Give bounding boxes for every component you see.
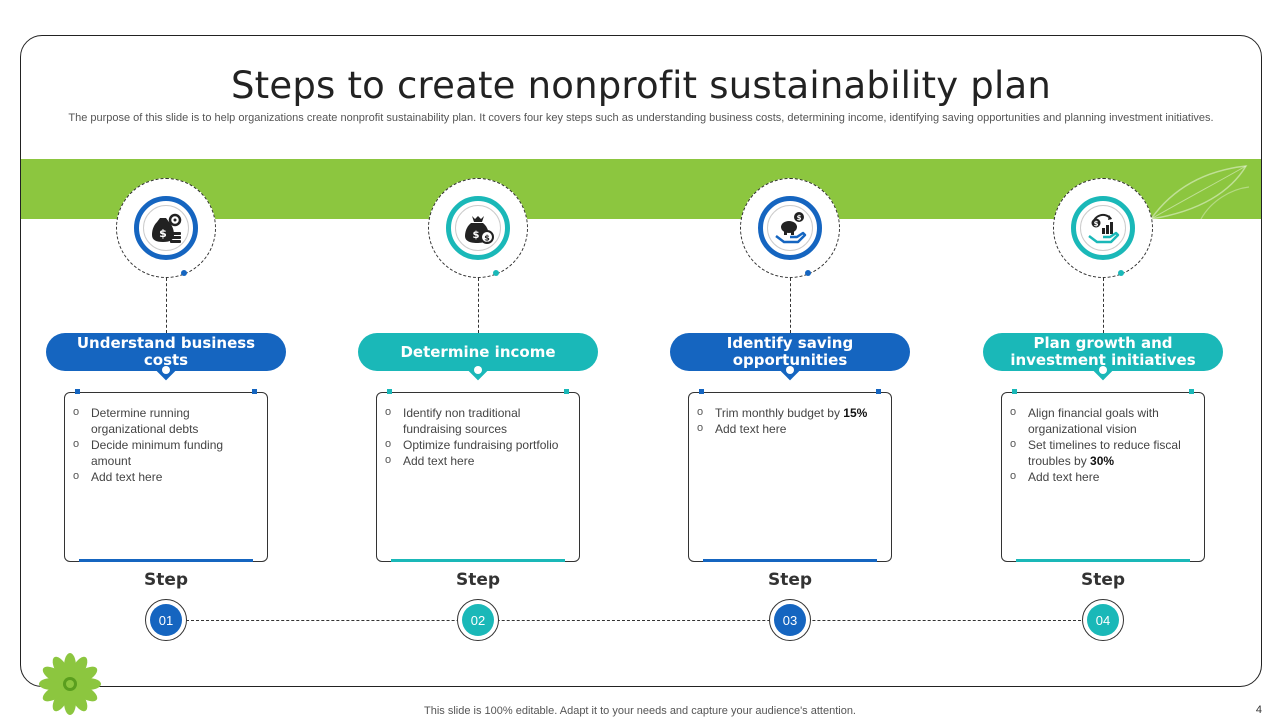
step-2-bullet-list: Identify non traditional fundraising sou… — [377, 393, 579, 469]
step-2-heading: Determine income — [400, 342, 556, 361]
svg-text:$: $ — [797, 214, 802, 222]
bullet-item: Trim monthly budget by 15% — [697, 404, 881, 421]
step-2-number: 02 — [462, 604, 494, 636]
step-4-bullet-list: Align financial goals with organizationa… — [1002, 393, 1204, 485]
step-1-label: Step — [143, 570, 189, 590]
step-4-number-badge: 04 — [1082, 599, 1124, 641]
step-4-connector-dot — [1118, 270, 1124, 276]
step-1-card-underline — [79, 559, 253, 562]
step-4-card: Align financial goals with organizationa… — [1001, 389, 1205, 562]
slide-subtitle: The purpose of this slide is to help org… — [68, 112, 1214, 124]
svg-text:$: $ — [1094, 220, 1099, 228]
step-1-connector-line — [166, 278, 167, 333]
step-2-icon-ring: $ $ — [446, 196, 510, 260]
step-4-connector-line — [1103, 278, 1104, 333]
step-3-bullet-list: Trim monthly budget by 15%Add text here — [689, 393, 891, 437]
bullet-item: Add text here — [697, 420, 881, 437]
step-1-heading-pill: Understand business costs — [46, 333, 286, 381]
step-4-label: Step — [1080, 570, 1126, 590]
step-3-connector-line — [790, 278, 791, 333]
step-4-card-underline — [1016, 559, 1190, 562]
growth-chart-hand-icon: $ — [1080, 205, 1126, 251]
step-1-connector-dot — [181, 270, 187, 276]
bullet-item: Add text here — [1010, 468, 1194, 485]
bullet-item: Optimize fundraising portfolio — [385, 436, 569, 453]
bullet-item: Decide minimum funding amount — [73, 436, 257, 469]
step-4-heading: Plan growth and investment initiatives — [1010, 334, 1196, 369]
money-bag-coin-icon: $ $ — [455, 205, 501, 251]
step-2-card-underline — [391, 559, 565, 562]
page-number: 4 — [1255, 704, 1262, 716]
step-3-number-badge: 03 — [769, 599, 811, 641]
bullet-item: Determine running organizational debts — [73, 404, 257, 437]
step-2-card: Identify non traditional fundraising sou… — [376, 389, 580, 562]
bullet-item: Set timelines to reduce fiscal troubles … — [1010, 436, 1194, 469]
step-2-number-badge: 02 — [457, 599, 499, 641]
step-1-bullet-list: Determine running organizational debtsDe… — [65, 393, 267, 485]
step-3-heading-pill: Identify saving opportunities — [670, 333, 910, 381]
step-1-number-badge: 01 — [145, 599, 187, 641]
step-1-number: 01 — [150, 604, 182, 636]
step-4-heading-pill: Plan growth and investment initiatives — [983, 333, 1223, 381]
step-3-card: Trim monthly budget by 15%Add text here — [688, 389, 892, 562]
slide-title: Steps to create nonprofit sustainability… — [230, 64, 1051, 107]
step-4-icon-ring: $ — [1071, 196, 1135, 260]
piggy-bank-hand-icon: $ — [767, 205, 813, 251]
step-3-number: 03 — [774, 604, 806, 636]
step-2-connector-line — [478, 278, 479, 333]
step-timeline — [186, 620, 1086, 621]
money-bag-gears-icon: $ — [143, 205, 189, 251]
bullet-item: Align financial goals with organizationa… — [1010, 404, 1194, 437]
step-3-icon-ring: $ — [758, 196, 822, 260]
step-2-connector-dot — [493, 270, 499, 276]
slide-footer: This slide is 100% editable. Adapt it to… — [424, 705, 856, 717]
step-3-heading: Identify saving opportunities — [726, 334, 854, 369]
svg-text:$: $ — [484, 234, 490, 243]
step-1-heading: Understand business costs — [76, 334, 256, 369]
leaf-watermark-icon — [1149, 165, 1250, 221]
step-3-connector-dot — [805, 270, 811, 276]
bullet-item: Add text here — [385, 452, 569, 469]
step-2-label: Step — [455, 570, 501, 590]
svg-text:$: $ — [159, 227, 167, 240]
bullet-item: Identify non traditional fundraising sou… — [385, 404, 569, 437]
step-1-icon-ring: $ — [134, 196, 198, 260]
svg-text:$: $ — [473, 230, 480, 241]
bullet-item: Add text here — [73, 468, 257, 485]
step-1-card: Determine running organizational debtsDe… — [64, 389, 268, 562]
step-3-label: Step — [767, 570, 813, 590]
step-2-heading-pill: Determine income — [358, 333, 598, 381]
step-4-number: 04 — [1087, 604, 1119, 636]
step-3-card-underline — [703, 559, 877, 562]
